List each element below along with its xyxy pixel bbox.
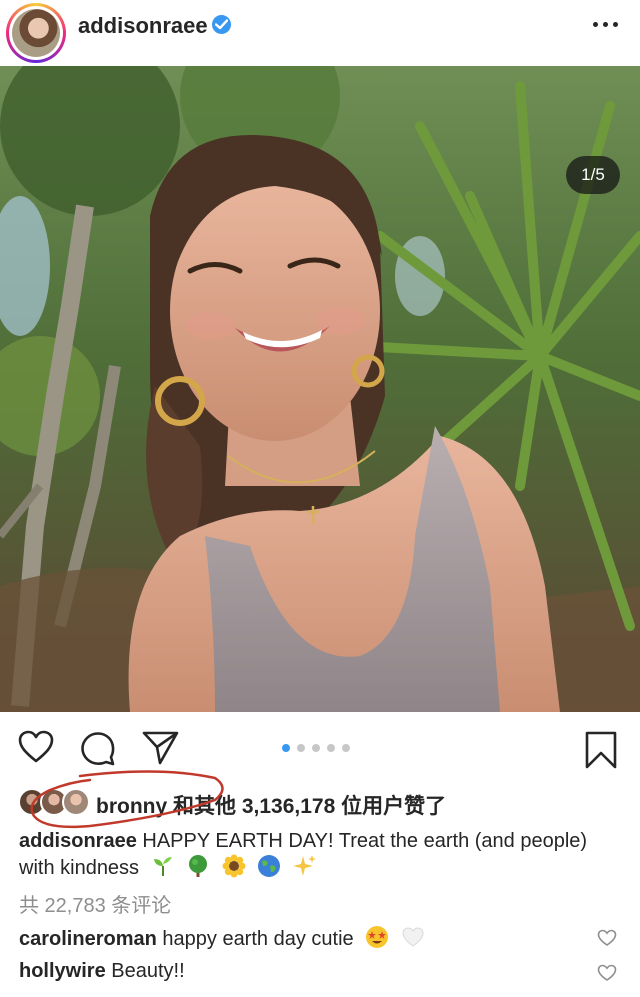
heart-icon[interactable] <box>18 730 54 764</box>
tree-emoji <box>186 854 210 878</box>
carousel-dot <box>342 744 350 752</box>
sparkles-emoji <box>292 854 317 878</box>
carousel-counter: 1/5 <box>566 156 620 194</box>
comment-username[interactable]: carolineroman <box>19 928 157 950</box>
white-heart-emoji <box>401 925 425 949</box>
post-username[interactable]: addisonraee <box>78 13 208 39</box>
comment-username[interactable]: hollywire <box>19 960 106 982</box>
comment-icon[interactable] <box>80 730 116 766</box>
comment-like-icon[interactable] <box>597 964 617 982</box>
more-options-icon[interactable] <box>590 10 622 38</box>
profile-avatar[interactable] <box>6 3 66 63</box>
carousel-dot <box>327 744 335 752</box>
bookmark-icon[interactable] <box>584 730 618 770</box>
carousel-dot <box>282 744 290 752</box>
view-comments-link[interactable]: 共 22,783 条评论 <box>19 889 171 918</box>
post-header: addisonraee <box>0 0 640 66</box>
comment-row: hollywire Beauty!! <box>19 960 619 990</box>
share-icon[interactable] <box>142 730 180 766</box>
comment-like-icon[interactable] <box>597 929 617 947</box>
sunflower-emoji <box>222 854 246 878</box>
comment-text: Beauty!! <box>111 960 185 982</box>
carousel-dot <box>312 744 320 752</box>
carousel-dot <box>297 744 305 752</box>
globe-emoji <box>257 854 281 878</box>
caption-username[interactable]: addisonraee <box>19 830 137 852</box>
post-photo[interactable]: 1/5 <box>0 66 640 712</box>
annotation-circle <box>30 770 224 829</box>
avatar-image <box>12 9 60 57</box>
comment-row: carolineroman happy earth day cutie <box>19 925 619 955</box>
star-struck-emoji <box>365 925 389 949</box>
post-caption: addisonraee HAPPY EARTH DAY! Treat the e… <box>19 828 609 881</box>
verified-badge-icon <box>212 15 231 34</box>
seedling-emoji <box>151 854 175 878</box>
comment-text: happy earth day cutie <box>162 928 354 950</box>
avatar-border <box>9 6 63 60</box>
